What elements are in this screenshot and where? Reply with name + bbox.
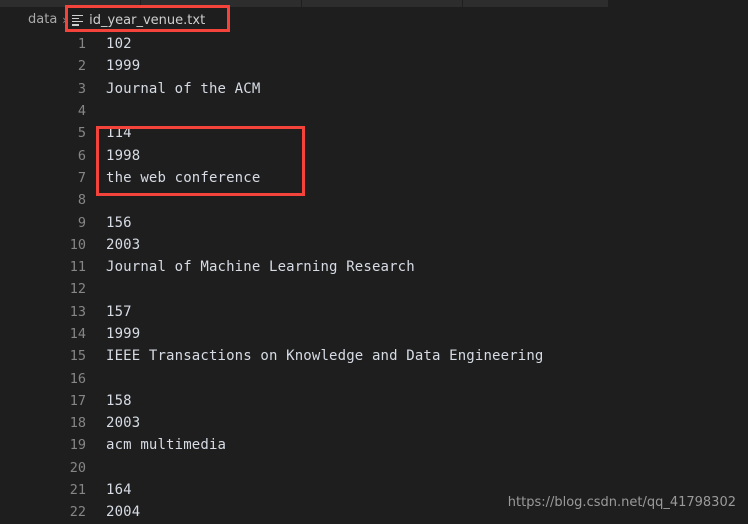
- line-number: 4: [77, 103, 86, 120]
- line-text[interactable]: 102: [86, 36, 132, 52]
- code-line[interactable]: 16: [0, 367, 748, 389]
- breadcrumb-separator-icon: ›: [62, 13, 68, 27]
- code-line[interactable]: 1 102: [0, 33, 748, 55]
- code-line[interactable]: 19 acm multimedia: [0, 434, 748, 456]
- editor-tab-strip[interactable]: [0, 0, 748, 7]
- text-file-icon: [72, 14, 84, 27]
- tab-slot-3[interactable]: [302, 0, 463, 7]
- line-text[interactable]: IEEE Transactions on Knowledge and Data …: [86, 348, 544, 364]
- code-line[interactable]: 10 2003: [0, 234, 748, 256]
- code-line[interactable]: 4: [0, 100, 748, 122]
- line-number: 1: [77, 36, 86, 53]
- breadcrumb-file-name: id_year_venue.txt: [89, 12, 206, 28]
- line-number: 19: [69, 437, 86, 454]
- line-number: 11: [69, 259, 86, 276]
- line-number: 5: [77, 125, 86, 142]
- tab-slot-4[interactable]: [463, 0, 609, 7]
- tab-slot-5[interactable]: [609, 0, 650, 7]
- line-text[interactable]: 2003: [86, 237, 140, 253]
- line-text[interactable]: 2004: [86, 504, 140, 520]
- line-text[interactable]: Journal of the ACM: [86, 81, 260, 97]
- code-editor[interactable]: 1 102 2 1999 3 Journal of the ACM 4 5 114 6 1998 7 t…: [0, 33, 748, 524]
- code-line[interactable]: 12: [0, 278, 748, 300]
- line-text[interactable]: 1998: [86, 148, 140, 164]
- line-text[interactable]: 114: [86, 125, 132, 141]
- line-number: 17: [69, 392, 86, 409]
- line-number: 9: [77, 214, 86, 231]
- line-text[interactable]: 156: [86, 215, 132, 231]
- breadcrumb-folder[interactable]: data: [28, 7, 57, 33]
- line-number: 3: [77, 80, 86, 97]
- breadcrumb-file[interactable]: id_year_venue.txt: [72, 13, 205, 28]
- code-line[interactable]: 15 IEEE Transactions on Knowledge and Dat…: [0, 345, 748, 367]
- line-number: 20: [69, 459, 86, 476]
- code-line[interactable]: 18 2003: [0, 412, 748, 434]
- line-number: 10: [69, 236, 86, 253]
- code-line[interactable]: 13 157: [0, 301, 748, 323]
- code-line-list: 1 102 2 1999 3 Journal of the ACM 4 5 114 6 1998 7 t…: [0, 33, 748, 524]
- line-number: 16: [69, 370, 86, 387]
- line-number: 8: [77, 192, 86, 209]
- line-number: 22: [69, 504, 86, 521]
- code-line[interactable]: 20: [0, 457, 748, 479]
- line-number: 14: [69, 326, 86, 342]
- line-text[interactable]: 157: [86, 304, 132, 320]
- line-text[interactable]: 164: [86, 482, 132, 498]
- code-line[interactable]: 11 Journal of Machine Learning Research: [0, 256, 748, 278]
- tab-slot-2[interactable]: [141, 0, 302, 7]
- breadcrumb: data › id_year_venue.txt: [0, 7, 748, 33]
- code-line[interactable]: 9 156: [0, 211, 748, 233]
- line-number: 7: [77, 169, 86, 186]
- line-number: 15: [69, 348, 86, 365]
- tab-strip-filler: [650, 0, 748, 7]
- line-number: 12: [69, 281, 86, 298]
- tab-slot-1[interactable]: [0, 0, 141, 7]
- code-line[interactable]: 14 1999: [0, 323, 748, 345]
- line-number: 18: [69, 415, 86, 432]
- line-text[interactable]: 1999: [86, 58, 140, 74]
- code-line[interactable]: 6 1998: [0, 144, 748, 166]
- line-number: 13: [69, 303, 86, 320]
- code-line[interactable]: 8: [0, 189, 748, 211]
- line-text[interactable]: Journal of Machine Learning Research: [86, 259, 415, 275]
- line-text[interactable]: 158: [86, 393, 132, 409]
- code-line[interactable]: 5 114: [0, 122, 748, 144]
- line-text[interactable]: 1999: [86, 326, 140, 342]
- line-text[interactable]: 2003: [86, 415, 140, 431]
- code-line[interactable]: 7 the web conference: [0, 167, 748, 189]
- code-line[interactable]: 2 1999: [0, 55, 748, 77]
- line-number: 6: [77, 147, 86, 164]
- line-number: 21: [69, 482, 86, 499]
- code-line[interactable]: 3 Journal of the ACM: [0, 78, 748, 100]
- line-number: 2: [77, 58, 86, 75]
- watermark: https://blog.csdn.net/qq_41798302: [507, 495, 736, 510]
- line-text[interactable]: the web conference: [86, 170, 260, 186]
- code-line[interactable]: 17 158: [0, 390, 748, 412]
- line-text[interactable]: acm multimedia: [86, 437, 226, 453]
